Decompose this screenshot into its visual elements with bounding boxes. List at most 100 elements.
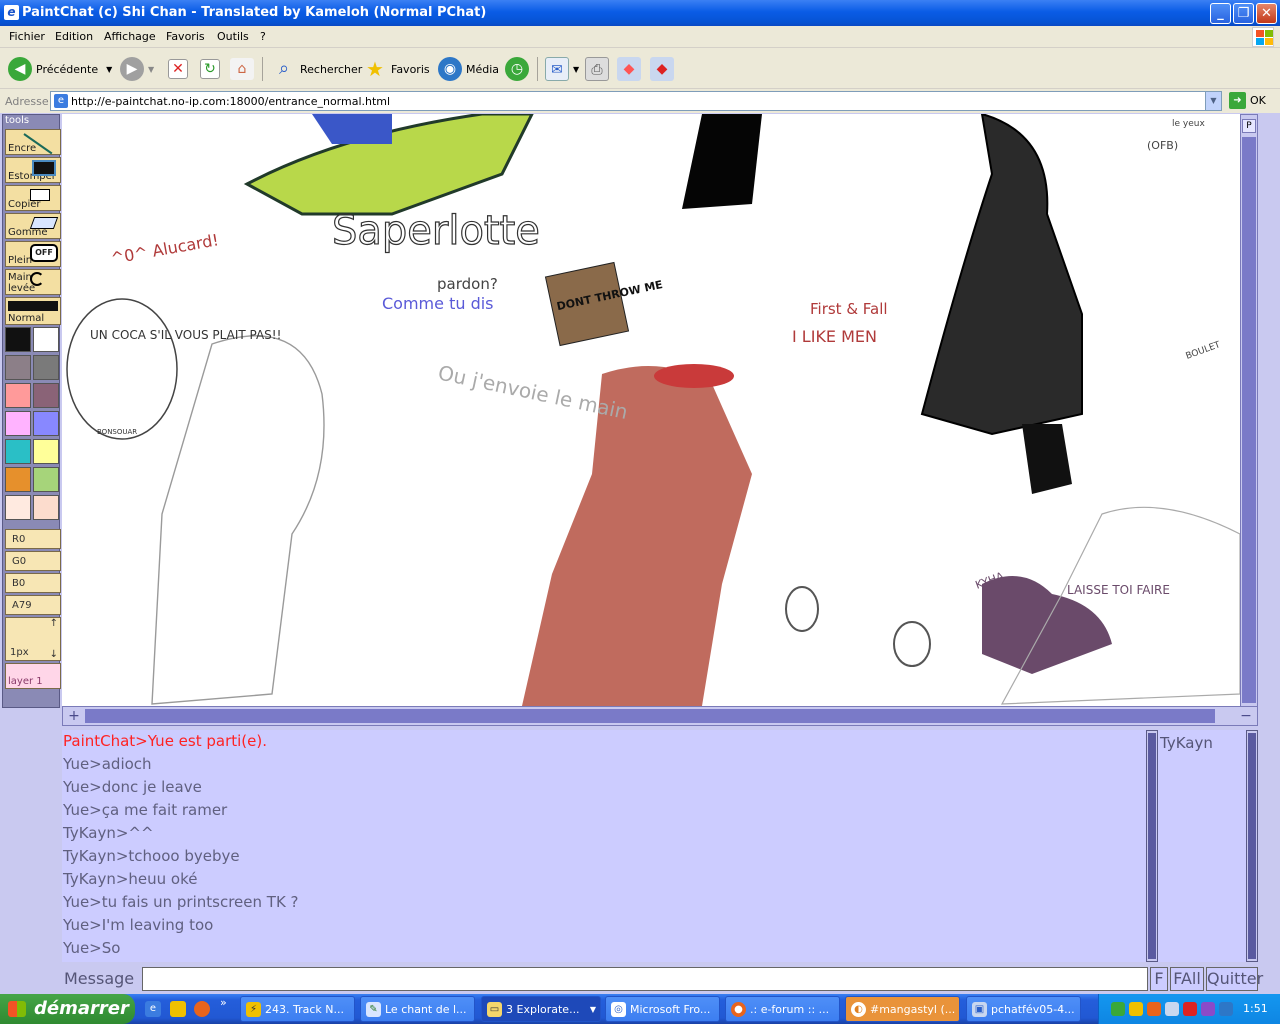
media-button[interactable]: ◉ Média bbox=[438, 55, 499, 83]
quit-button[interactable]: Quitter bbox=[1206, 967, 1263, 991]
task-eforum[interactable]: ● .: e-forum :: ... bbox=[725, 996, 840, 1022]
tool-plein[interactable]: Plein OFF bbox=[5, 241, 61, 267]
messenger-button[interactable]: ◆ bbox=[617, 55, 641, 83]
task-pchat[interactable]: ▣ pchatfév05-4... bbox=[966, 996, 1081, 1022]
tray-app-icon[interactable] bbox=[1147, 1002, 1161, 1016]
zoom-in-icon[interactable]: + bbox=[66, 708, 82, 724]
zoom-out-icon[interactable]: − bbox=[1238, 708, 1254, 724]
start-button[interactable]: démarrer bbox=[0, 994, 135, 1024]
close-button[interactable]: ✕ bbox=[1256, 3, 1277, 24]
alpha-value[interactable]: A79 bbox=[5, 595, 61, 615]
menu-fichier[interactable]: Fichier bbox=[9, 30, 45, 43]
tool-encre[interactable]: Encre bbox=[5, 129, 61, 155]
palette-swatch[interactable] bbox=[5, 327, 31, 352]
tray-network-icon[interactable] bbox=[1111, 1002, 1125, 1016]
print-button[interactable]: ⎙ bbox=[585, 55, 609, 83]
menu-edition[interactable]: Edition bbox=[55, 30, 93, 43]
canvas-vertical-scrollbar[interactable]: P bbox=[1240, 114, 1258, 708]
minimize-button[interactable]: _ bbox=[1210, 3, 1231, 24]
back-button[interactable]: ◀ Précédente ▼ bbox=[8, 55, 112, 83]
palette-swatch[interactable] bbox=[33, 439, 59, 464]
tray-shield-icon[interactable] bbox=[1219, 1002, 1233, 1016]
scroll-up-icon[interactable]: P bbox=[1242, 119, 1256, 133]
tool-main-levee[interactable]: Main levée bbox=[5, 269, 61, 295]
palette-swatch[interactable] bbox=[5, 411, 31, 436]
horizontal-scroll-thumb[interactable] bbox=[85, 709, 1215, 723]
f-button[interactable]: F bbox=[1150, 967, 1168, 991]
blue-value[interactable]: B0 bbox=[5, 573, 61, 593]
chat-scrollbar[interactable] bbox=[1146, 730, 1158, 962]
menu-help[interactable]: ? bbox=[260, 30, 266, 43]
user-list-scrollbar[interactable] bbox=[1246, 730, 1258, 962]
mail-button[interactable]: ✉ ▼ bbox=[545, 55, 579, 83]
user-scroll-thumb[interactable] bbox=[1248, 733, 1256, 959]
size-up-icon[interactable]: ↑ bbox=[50, 618, 58, 629]
red-value[interactable]: R0 bbox=[5, 529, 61, 549]
palette-swatch[interactable] bbox=[33, 411, 59, 436]
palette-swatch[interactable] bbox=[5, 467, 31, 492]
palette-swatch[interactable] bbox=[5, 439, 31, 464]
mail-dropdown-icon[interactable]: ▼ bbox=[573, 65, 579, 74]
stop-button[interactable]: ✕ bbox=[168, 55, 188, 83]
task-track[interactable]: ⚡ 243. Track N... bbox=[240, 996, 355, 1022]
menu-affichage[interactable]: Affichage bbox=[104, 30, 156, 43]
toolbar: ◀ Précédente ▼ ▶ ▼ ✕ ↻ ⌂ ⌕ Rechercher ★ … bbox=[0, 49, 1280, 89]
canvas-text-saperlotte: Saperlotte bbox=[332, 208, 540, 254]
tray-messenger-icon[interactable] bbox=[1129, 1002, 1143, 1016]
vertical-scroll-thumb[interactable] bbox=[1242, 137, 1256, 703]
quicklaunch-more-icon[interactable]: » bbox=[220, 996, 227, 1009]
menu-outils[interactable]: Outils bbox=[217, 30, 249, 43]
palette-swatch[interactable] bbox=[5, 355, 31, 380]
layer-selector[interactable]: layer 1 bbox=[5, 663, 61, 689]
chat-message: PaintChat>Yue est parti(e). bbox=[63, 732, 268, 750]
forward-button[interactable]: ▶ ▼ bbox=[120, 55, 154, 83]
fall-button[interactable]: FAll bbox=[1170, 967, 1204, 991]
go-button[interactable]: ➜ OK bbox=[1229, 92, 1266, 109]
research-button[interactable]: ◆ bbox=[650, 55, 674, 83]
palette-swatch[interactable] bbox=[33, 327, 59, 352]
address-input[interactable]: e http://e-paintchat.no-ip.com:18000/ent… bbox=[50, 91, 1222, 111]
message-input[interactable] bbox=[142, 967, 1148, 991]
address-dropdown-icon[interactable]: ▼ bbox=[1205, 92, 1221, 110]
palette-swatch[interactable] bbox=[5, 495, 31, 520]
group-dropdown-icon: ▼ bbox=[589, 1005, 596, 1014]
go-arrow-icon: ➜ bbox=[1229, 92, 1246, 109]
chat-scroll-thumb[interactable] bbox=[1148, 733, 1156, 959]
back-dropdown-icon[interactable]: ▼ bbox=[106, 65, 112, 74]
quicklaunch-firefox-icon[interactable] bbox=[194, 1001, 210, 1017]
tray-misc-icon[interactable] bbox=[1201, 1002, 1215, 1016]
home-button[interactable]: ⌂ bbox=[230, 55, 254, 83]
palette-swatch[interactable] bbox=[33, 355, 59, 380]
forward-dropdown-icon[interactable]: ▼ bbox=[148, 65, 154, 74]
task-mangastyl[interactable]: ◐ #mangastyl (... bbox=[845, 996, 960, 1022]
user-entry[interactable]: TyKayn bbox=[1160, 734, 1244, 752]
canvas-horizontal-scrollbar[interactable]: + − bbox=[62, 706, 1258, 726]
mode-selector[interactable]: Normal bbox=[5, 297, 61, 325]
task-label: Le chant de l... bbox=[385, 1003, 467, 1016]
drawing-canvas[interactable]: Saperlotte pardon? Comme tu dis Ou j'env… bbox=[62, 114, 1240, 706]
palette-swatch[interactable] bbox=[33, 467, 59, 492]
tool-gomme[interactable]: Gomme bbox=[5, 213, 61, 239]
task-frontpage[interactable]: ◎ Microsoft Fro... bbox=[605, 996, 720, 1022]
tool-copier[interactable]: Copier bbox=[5, 185, 61, 211]
maximize-button[interactable]: ❐ bbox=[1233, 3, 1254, 24]
size-down-icon[interactable]: ↓ bbox=[50, 649, 58, 660]
palette-swatch[interactable] bbox=[5, 383, 31, 408]
history-button[interactable]: ◷ bbox=[505, 55, 529, 83]
address-url: http://e-paintchat.no-ip.com:18000/entra… bbox=[71, 95, 391, 108]
search-button[interactable]: ⌕ Rechercher bbox=[272, 55, 362, 83]
menu-favoris[interactable]: Favoris bbox=[166, 30, 205, 43]
tray-volume-icon[interactable] bbox=[1165, 1002, 1179, 1016]
palette-swatch[interactable] bbox=[33, 495, 59, 520]
favorites-button[interactable]: ★ Favoris bbox=[363, 55, 430, 83]
palette-swatch[interactable] bbox=[33, 383, 59, 408]
task-explorer[interactable]: ▭ 3 Explorate... ▼ bbox=[481, 996, 601, 1022]
tool-estomper[interactable]: Estomper bbox=[5, 157, 61, 183]
quicklaunch-winamp-icon[interactable] bbox=[170, 1001, 186, 1017]
task-chant[interactable]: ✎ Le chant de l... bbox=[360, 996, 475, 1022]
green-value[interactable]: G0 bbox=[5, 551, 61, 571]
refresh-button[interactable]: ↻ bbox=[200, 55, 220, 83]
pen-size[interactable]: 1px ↑ ↓ bbox=[5, 617, 61, 661]
quicklaunch-ie-icon[interactable]: e bbox=[145, 1001, 161, 1017]
tray-antivirus-icon[interactable] bbox=[1183, 1002, 1197, 1016]
